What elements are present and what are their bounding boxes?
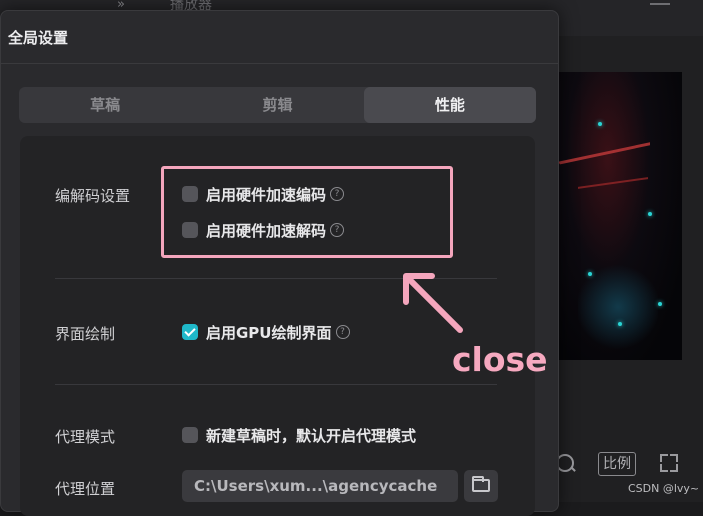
menu-icon[interactable]: [650, 0, 670, 12]
tab-drafts[interactable]: 草稿: [19, 87, 191, 123]
proxy-location-label: 代理位置: [55, 480, 116, 498]
gpu-render-option[interactable]: 启用GPU绘制界面 ?: [182, 321, 350, 343]
tab-editing[interactable]: 剪辑: [191, 87, 363, 123]
video-preview: [558, 72, 682, 360]
browse-folder-button[interactable]: [464, 470, 498, 502]
proxy-mode-label: 代理模式: [55, 428, 116, 446]
codec-settings-label: 编解码设置: [55, 187, 131, 205]
settings-tabs: 草稿 剪辑 性能: [19, 87, 536, 123]
ratio-button[interactable]: 比例: [598, 452, 636, 476]
fullscreen-icon[interactable]: [660, 454, 678, 472]
proxy-mode-option-label[interactable]: 新建草稿时，默认开启代理模式: [206, 425, 416, 446]
tab-performance[interactable]: 性能: [363, 87, 536, 123]
title-divider: [1, 63, 558, 64]
annotation-arrow-icon: [403, 273, 463, 333]
render-label: 界面绘制: [55, 325, 116, 343]
player-toolbar: 比例: [556, 452, 703, 476]
annotation-highlight-box: [161, 166, 453, 258]
proxy-mode-checkbox[interactable]: [182, 427, 198, 443]
help-icon[interactable]: ?: [335, 325, 350, 339]
folder-icon: [472, 476, 490, 492]
watermark: CSDN @lvy~: [628, 482, 700, 495]
proxy-mode-option[interactable]: 新建草稿时，默认开启代理模式: [182, 424, 416, 446]
gpu-render-checkbox[interactable]: [182, 324, 198, 340]
dialog-title: 全局设置: [8, 29, 69, 47]
gpu-render-label[interactable]: 启用GPU绘制界面: [206, 322, 332, 343]
annotation-close-text: close: [452, 340, 548, 379]
section-divider: [55, 384, 497, 385]
proxy-location-field[interactable]: C:\Users\xum...\agencycache: [182, 470, 458, 502]
